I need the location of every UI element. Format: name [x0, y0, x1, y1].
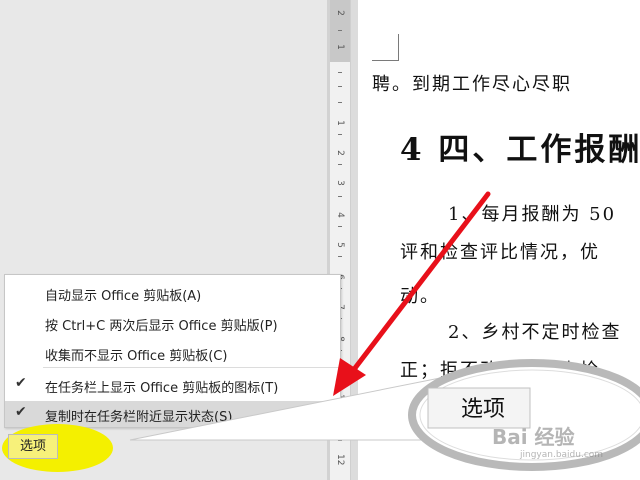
- doc-paragraph-line: 季: [400, 398, 420, 419]
- ruler-tick: [338, 196, 342, 197]
- ruler-tick: [338, 164, 342, 165]
- watermark-logo: Bai 经验: [492, 425, 575, 449]
- menu-item-show-taskbar-icon[interactable]: ✔ 在任务栏上显示 Office 剪贴板的图标(T): [5, 372, 340, 398]
- ruler-tick: [338, 256, 342, 257]
- checkmark-icon: ✔: [15, 375, 27, 391]
- doc-paragraph-line: 评和检查评比情况，优: [400, 242, 600, 263]
- ruler-tick: [338, 102, 342, 103]
- menu-item-label: 复制时在任务栏附近显示状态(S): [45, 410, 233, 425]
- page-gap: [351, 0, 358, 480]
- ruler-number: 12: [335, 454, 345, 466]
- ruler-number: 4: [335, 212, 345, 218]
- doc-paragraph-line: 正；拒不改正或多次检: [400, 360, 600, 381]
- doc-heading: 4 四、工作报酬: [400, 132, 640, 168]
- ruler-number: 3: [335, 180, 345, 186]
- ruler-tick: [338, 86, 342, 87]
- ruler-tick: [338, 226, 342, 227]
- ruler-number: 1: [335, 120, 345, 126]
- options-button[interactable]: 选项: [8, 434, 58, 459]
- menu-item-label: 收集而不显示 Office 剪贴板(C): [45, 349, 228, 364]
- checkmark-icon: ✔: [15, 404, 27, 420]
- menu-item-show-after-ctrl-c[interactable]: 按 Ctrl+C 两次后显示 Office 剪贴版(P): [5, 310, 340, 336]
- ruler-number: 2: [335, 10, 345, 16]
- clipboard-options-menu: 自动显示 Office 剪贴板(A) 按 Ctrl+C 两次后显示 Office…: [4, 274, 341, 428]
- ruler-tick: [338, 72, 342, 73]
- margin-corner-mark: [372, 34, 399, 61]
- ruler-number: 5: [335, 242, 345, 248]
- menu-item-label: 在任务栏上显示 Office 剪贴板的图标(T): [45, 381, 279, 396]
- menu-item-collect-without-showing[interactable]: 收集而不显示 Office 剪贴板(C): [5, 340, 340, 366]
- doc-paragraph-line: 聘。到期工作尽心尽职: [372, 74, 572, 95]
- menu-item-label: 按 Ctrl+C 两次后显示 Office 剪贴版(P): [45, 319, 278, 334]
- ruler-tick: [338, 440, 342, 441]
- menu-item-label: 自动显示 Office 剪贴板(A): [45, 289, 202, 304]
- doc-paragraph-line: 2、乡村不定时检查: [448, 322, 622, 343]
- menu-separator: [43, 367, 339, 368]
- ruler-number: 2: [335, 150, 345, 156]
- doc-paragraph-line: 动。: [400, 286, 440, 307]
- ruler-tick: [338, 134, 342, 135]
- doc-paragraph-line: 1、每月报酬为 50: [448, 204, 617, 225]
- ruler-number: 1: [335, 44, 345, 50]
- ruler-tick: [338, 30, 342, 31]
- watermark-url: jingyan.baidu.com: [520, 450, 604, 460]
- menu-item-auto-show[interactable]: 自动显示 Office 剪贴板(A): [5, 280, 340, 306]
